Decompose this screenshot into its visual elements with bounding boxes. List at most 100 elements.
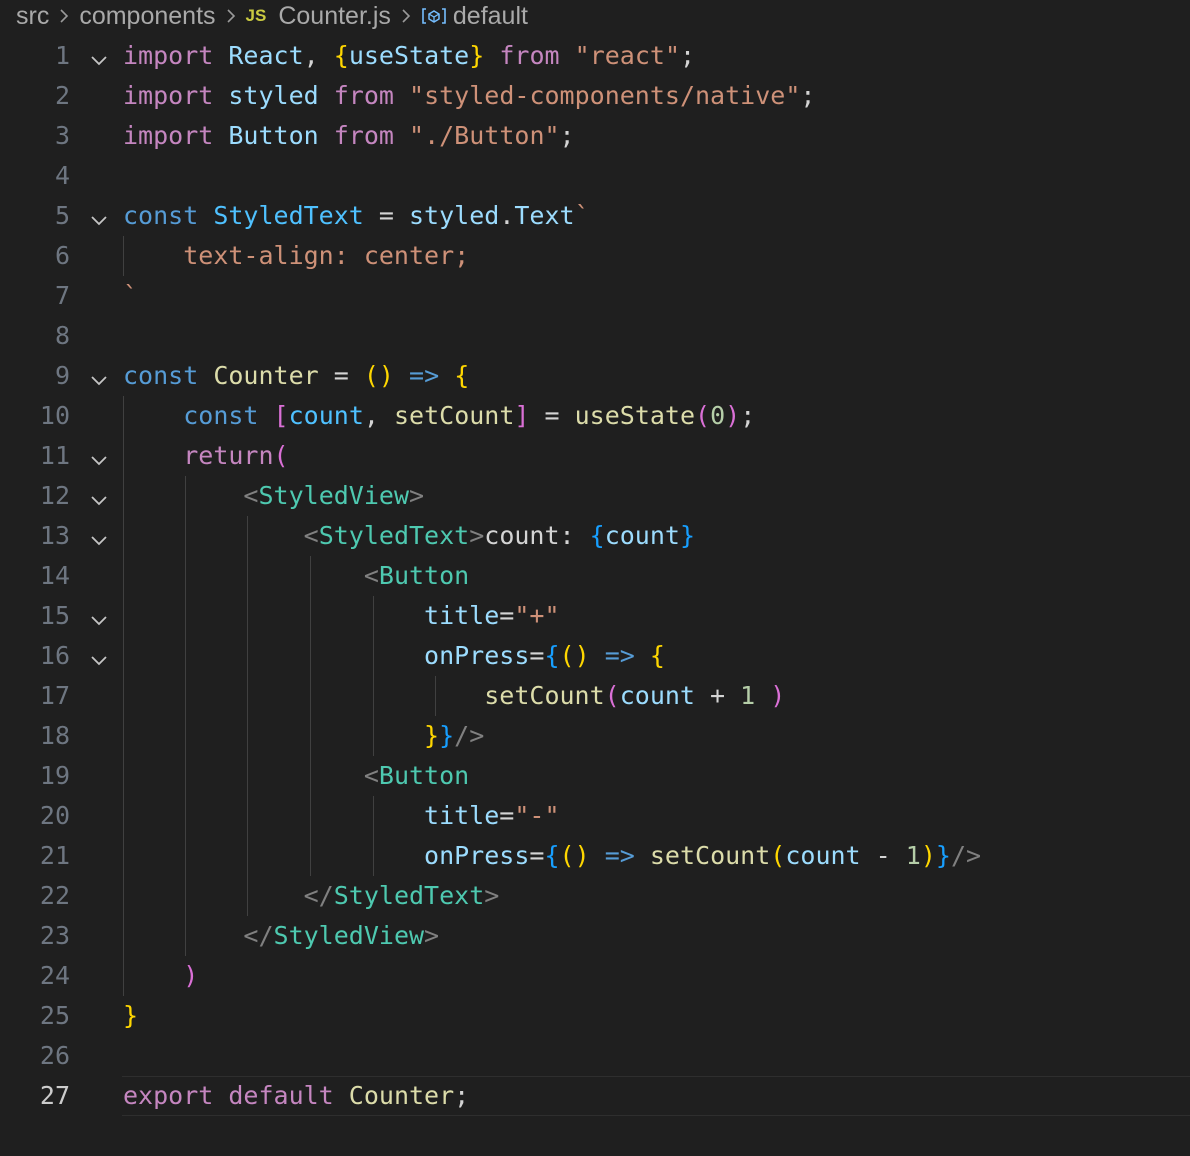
fold-chevron-down-icon[interactable] (88, 446, 110, 466)
code-token: StyledText (318, 521, 470, 550)
fold-chevron-down-icon[interactable] (88, 486, 110, 506)
line-number: 14 (39, 561, 70, 590)
code-line[interactable]: 24 ) (0, 956, 1190, 996)
code-line[interactable]: 7 ` (0, 276, 1190, 316)
line-number: 13 (39, 521, 70, 550)
code-token: , (303, 41, 334, 70)
code-line[interactable]: 3 import Button from "./Button"; (0, 116, 1190, 156)
line-number: 20 (39, 801, 70, 830)
code-text: const Counter = () => { (123, 356, 469, 396)
code-token: </ (303, 881, 334, 910)
code-token: < (363, 561, 379, 590)
code-token: = (499, 801, 515, 830)
code-line[interactable]: 16 onPress={() => { (0, 636, 1190, 676)
code-token: from (333, 81, 394, 110)
line-number: 2 (54, 81, 70, 110)
line-number: 21 (39, 841, 70, 870)
code-token: count (604, 521, 680, 550)
code-token: title (424, 801, 500, 830)
code-token: "./Button" (409, 121, 560, 150)
fold-chevron-down-icon[interactable] (88, 46, 110, 66)
code-line[interactable]: 6 text-align: center; (0, 236, 1190, 276)
fold-chevron-down-icon[interactable] (88, 526, 110, 546)
code-line[interactable]: 20 title="-" (0, 796, 1190, 836)
code-token: ; (800, 81, 816, 110)
code-token: ; (454, 1081, 470, 1110)
code-token: } (679, 521, 696, 550)
line-number: 15 (39, 601, 70, 630)
breadcrumb-folder-components[interactable]: components (79, 2, 215, 31)
code-token: () (363, 361, 394, 390)
code-token: > (469, 521, 485, 550)
code-token: } (424, 721, 440, 750)
code-token: < (363, 761, 379, 790)
code-token: Button (378, 761, 470, 790)
code-token: default (228, 1081, 334, 1110)
code-line[interactable]: 8 (0, 316, 1190, 356)
code-line[interactable]: 27 export default Counter; (0, 1076, 1190, 1116)
code-line[interactable]: 11 return( (0, 436, 1190, 476)
code-line[interactable]: 14 <Button (0, 556, 1190, 596)
code-line[interactable]: 17 setCount(count + 1 ) (0, 676, 1190, 716)
code-token: = (529, 641, 545, 670)
code-text: text-align: center; (123, 236, 469, 276)
code-token: const (123, 361, 199, 390)
code-line[interactable]: 13 <StyledText>count: {count} (0, 516, 1190, 556)
code-editor[interactable]: 1 import React, {useState} from "react"; 2… (0, 36, 1190, 1116)
fold-chevron-down-icon[interactable] (88, 606, 110, 626)
code-line[interactable]: 15 title="+" (0, 596, 1190, 636)
code-line[interactable]: 19 <Button (0, 756, 1190, 796)
code-token: StyledText (333, 881, 485, 910)
code-token: 1 (740, 681, 756, 710)
code-token: } (123, 1001, 139, 1030)
code-text: ) (123, 956, 198, 996)
code-token: /> (950, 841, 982, 870)
code-line[interactable]: 10 const [count, setCount] = useState(0)… (0, 396, 1190, 436)
code-line[interactable]: 12 <StyledView> (0, 476, 1190, 516)
code-text: onPress={() => { (123, 636, 665, 676)
line-number: 22 (39, 881, 70, 910)
code-token: 0 (710, 401, 726, 430)
line-number: 25 (39, 1001, 70, 1030)
line-number: 3 (54, 121, 70, 150)
code-line[interactable]: 23 </StyledView> (0, 916, 1190, 956)
code-line[interactable]: 9 const Counter = () => { (0, 356, 1190, 396)
code-token: setCount (393, 401, 515, 430)
breadcrumb-symbol[interactable]: default (453, 2, 528, 31)
code-text: const StyledText = styled.Text` (123, 196, 590, 236)
code-line[interactable]: 2 import styled from "styled-components/n… (0, 76, 1190, 116)
code-text: </StyledView> (123, 916, 439, 956)
breadcrumb-file[interactable]: Counter.js (278, 2, 391, 31)
code-line[interactable]: 22 </StyledText> (0, 876, 1190, 916)
line-number: 12 (39, 481, 70, 510)
code-line[interactable]: 25} (0, 996, 1190, 1036)
code-line[interactable]: 1 import React, {useState} from "react"; (0, 36, 1190, 76)
code-token: "-" (514, 801, 560, 830)
fold-chevron-down-icon[interactable] (88, 646, 110, 666)
code-token: } (439, 721, 455, 750)
code-token: setCount (484, 681, 605, 710)
fold-chevron-down-icon[interactable] (88, 206, 110, 226)
code-token: } (469, 41, 485, 70)
code-line[interactable]: 26 (0, 1036, 1190, 1076)
code-line[interactable]: 5 const StyledText = styled.Text` (0, 196, 1190, 236)
code-line[interactable]: 4 (0, 156, 1190, 196)
code-token: export (123, 1081, 214, 1110)
fold-chevron-down-icon[interactable] (88, 366, 110, 386)
code-token: ; (559, 121, 575, 150)
code-token: { (544, 641, 560, 670)
code-line[interactable]: 21 onPress={() => setCount(count - 1)}/> (0, 836, 1190, 876)
code-line[interactable]: 18 }}/> (0, 716, 1190, 756)
breadcrumb-folder-src[interactable]: src (16, 2, 49, 31)
